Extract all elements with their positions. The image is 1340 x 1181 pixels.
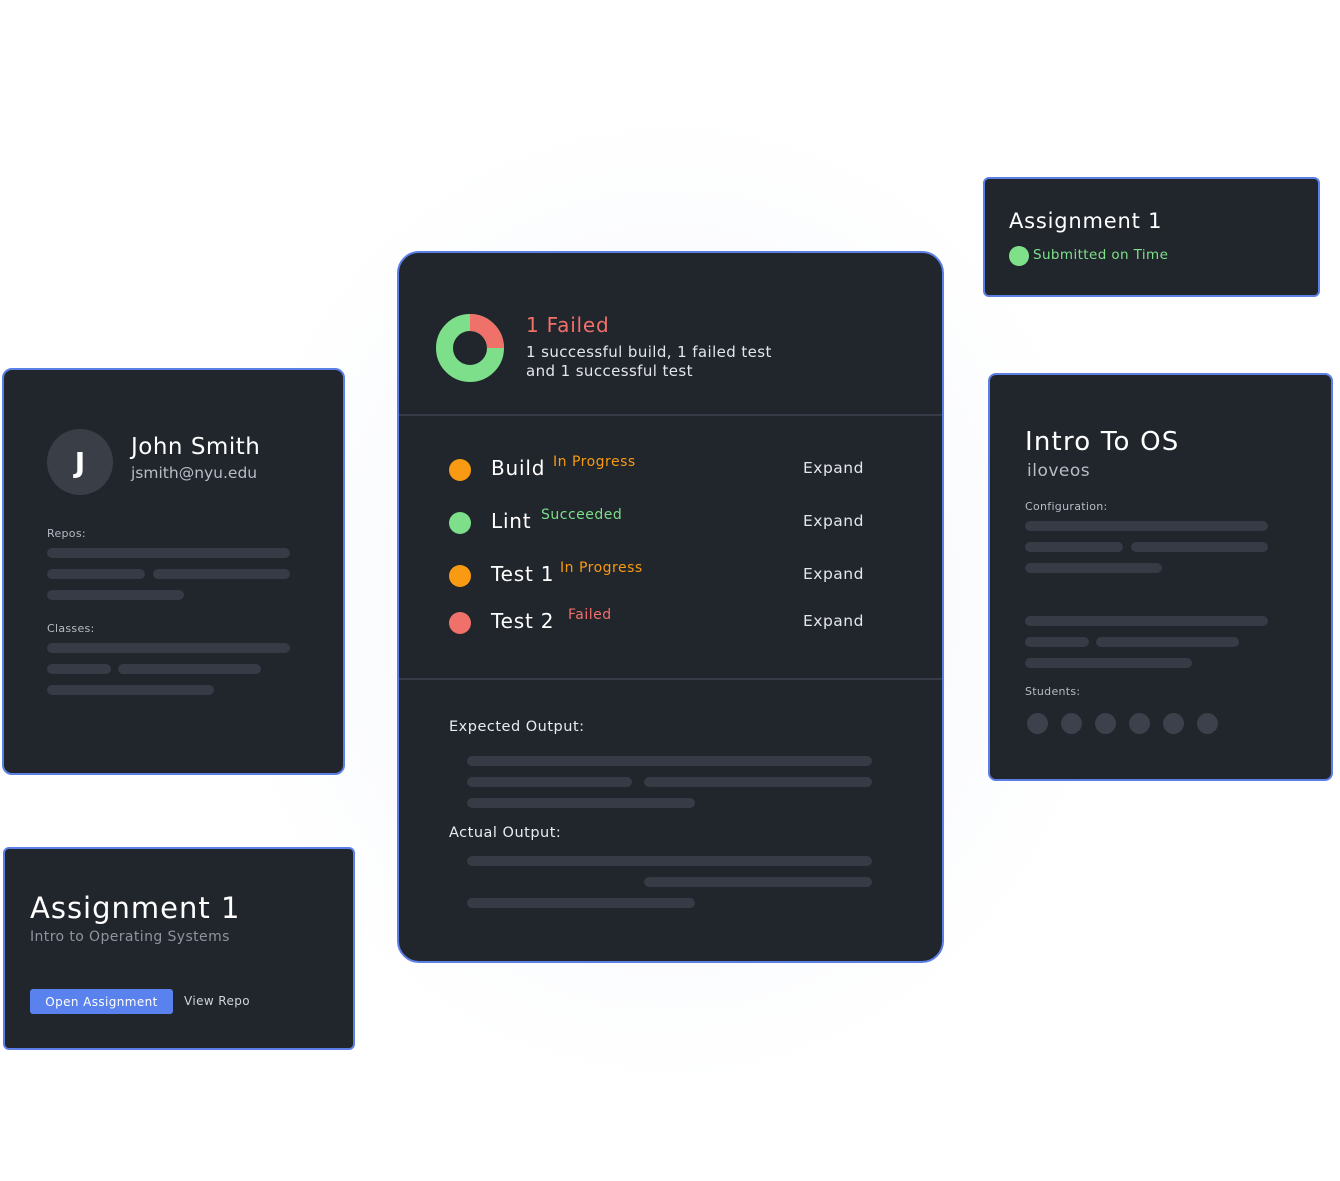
step-status: Succeeded	[541, 507, 623, 523]
repos-label: Repos:	[47, 527, 86, 540]
status-dot-icon	[449, 565, 471, 587]
expand-button[interactable]: Expand	[803, 459, 864, 477]
config-placeholder-line	[1096, 637, 1239, 647]
step-row-lint: Lint Succeeded Expand	[449, 507, 889, 539]
configuration-label: Configuration:	[1025, 500, 1108, 513]
expand-button[interactable]: Expand	[803, 565, 864, 583]
profile-email: jsmith@nyu.edu	[131, 464, 258, 482]
step-row-build: Build In Progress Expand	[449, 454, 889, 486]
failed-count-title: 1 Failed	[526, 313, 610, 337]
class-placeholder-line	[118, 664, 261, 674]
open-assignment-button[interactable]: Open Assignment	[30, 989, 173, 1014]
status-dot-icon	[449, 612, 471, 634]
step-name: Test 1	[491, 562, 555, 586]
student-avatar[interactable]	[1061, 713, 1082, 734]
class-placeholder-line	[47, 685, 214, 695]
assignment-course: Intro to Operating Systems	[30, 929, 230, 945]
expand-button[interactable]: Expand	[803, 512, 864, 530]
profile-name: John Smith	[131, 434, 261, 460]
config-placeholder-line	[1025, 542, 1123, 552]
expected-output-line	[467, 756, 872, 766]
repo-placeholder-line	[153, 569, 290, 579]
students-label: Students:	[1025, 685, 1081, 698]
step-status: Failed	[568, 607, 612, 623]
submission-status-card: Assignment 1 Submitted on Time	[983, 177, 1320, 297]
step-name: Build	[491, 456, 546, 480]
step-status: In Progress	[560, 560, 643, 576]
assignment-title: Assignment 1	[30, 891, 241, 925]
classes-label: Classes:	[47, 622, 95, 635]
config-placeholder-line	[1025, 521, 1268, 531]
actual-output-line	[644, 877, 872, 887]
course-code: iloveos	[1027, 461, 1091, 481]
repo-placeholder-line	[47, 569, 145, 579]
build-status-donut-chart	[436, 314, 504, 382]
avatar[interactable]: J	[47, 429, 113, 495]
step-name: Lint	[491, 509, 532, 533]
assignment-card: Assignment 1 Intro to Operating Systems …	[3, 847, 355, 1050]
class-placeholder-line	[47, 664, 111, 674]
build-summary-description: 1 successful build, 1 failed test and 1 …	[526, 343, 772, 380]
course-card: Intro To OS iloveos Configuration: Stude…	[988, 373, 1333, 781]
success-dot-icon	[1009, 246, 1029, 266]
submission-status: Submitted on Time	[1033, 247, 1169, 263]
class-placeholder-line	[47, 643, 290, 653]
student-avatar[interactable]	[1163, 713, 1184, 734]
expected-output-line	[467, 798, 695, 808]
build-results-card: 1 Failed 1 successful build, 1 failed te…	[397, 251, 944, 963]
divider	[399, 678, 942, 680]
student-avatar[interactable]	[1095, 713, 1116, 734]
step-status: In Progress	[553, 454, 636, 470]
student-avatar[interactable]	[1027, 713, 1048, 734]
actual-output-line	[467, 898, 695, 908]
course-title: Intro To OS	[1025, 427, 1180, 457]
config-placeholder-line	[1025, 658, 1192, 668]
student-avatar[interactable]	[1129, 713, 1150, 734]
config-placeholder-line	[1025, 637, 1089, 647]
status-dot-icon	[449, 459, 471, 481]
profile-card: J John Smith jsmith@nyu.edu Repos: Class…	[2, 368, 345, 775]
view-repo-link[interactable]: View Repo	[184, 994, 250, 1008]
divider	[399, 414, 942, 416]
status-dot-icon	[449, 512, 471, 534]
step-name: Test 2	[491, 609, 555, 633]
repo-placeholder-line	[47, 590, 184, 600]
step-row-test-1: Test 1 In Progress Expand	[449, 560, 889, 592]
actual-output-label: Actual Output:	[449, 825, 562, 841]
status-card-title: Assignment 1	[1009, 209, 1163, 233]
repo-placeholder-line	[47, 548, 290, 558]
expected-output-label: Expected Output:	[449, 719, 585, 735]
expected-output-line	[644, 777, 872, 787]
config-placeholder-line	[1025, 563, 1162, 573]
config-placeholder-line	[1131, 542, 1268, 552]
actual-output-line	[467, 856, 872, 866]
student-avatar[interactable]	[1197, 713, 1218, 734]
expand-button[interactable]: Expand	[803, 612, 864, 630]
step-row-test-2: Test 2 Failed Expand	[449, 607, 889, 639]
config-placeholder-line	[1025, 616, 1268, 626]
expected-output-line	[467, 777, 632, 787]
